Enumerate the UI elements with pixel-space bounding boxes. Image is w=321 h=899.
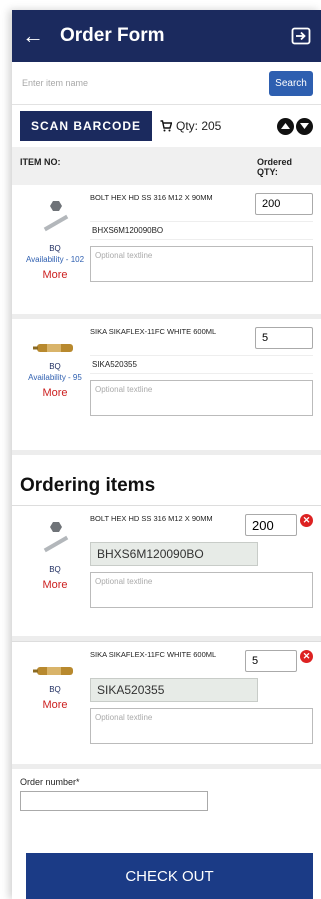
qty-group: ✕ bbox=[245, 514, 313, 536]
item-code-field: SIKA520355 bbox=[90, 678, 258, 702]
availability: Availability - 102 bbox=[25, 255, 85, 264]
description-row: SIKA SIKAFLEX-11FC WHITE 600ML ✕ bbox=[90, 650, 313, 672]
cart-icon bbox=[160, 120, 172, 132]
item-meta: BQ More bbox=[20, 514, 90, 628]
item-description: SIKA SIKAFLEX-11FC WHITE 600ML bbox=[90, 650, 217, 659]
more-link[interactable]: More bbox=[42, 387, 67, 399]
item-meta: BQ Availability - 95 More bbox=[20, 327, 90, 450]
description-row: SIKA SIKAFLEX-11FC WHITE 600ML bbox=[90, 327, 313, 349]
optional-textline-input[interactable] bbox=[90, 246, 313, 282]
item-code-field: BHXS6M120090BO bbox=[90, 542, 258, 566]
item-details: BOLT HEX HD SS 316 M12 X 90MM BHXS6M1200… bbox=[90, 193, 313, 314]
bq-label: BQ bbox=[49, 565, 61, 574]
more-link[interactable]: More bbox=[42, 579, 67, 591]
list-item: BQ Availability - 102 More BOLT HEX HD S… bbox=[12, 185, 321, 319]
order-form-screen: ← Order Form Search SCAN BARCODE Qty: 20… bbox=[12, 10, 321, 899]
item-details: BOLT HEX HD SS 316 M12 X 90MM ✕ BHXS6M12… bbox=[90, 514, 313, 628]
quantity-input[interactable] bbox=[245, 650, 297, 672]
order-number-block: Order number* bbox=[12, 769, 321, 819]
optional-textline-input[interactable] bbox=[90, 380, 313, 416]
chevron-up-icon[interactable] bbox=[277, 117, 294, 135]
search-input[interactable] bbox=[20, 77, 269, 89]
item-code: BHXS6M120090BO bbox=[90, 221, 313, 240]
quantity-input[interactable] bbox=[255, 327, 313, 349]
optional-textline-input[interactable] bbox=[90, 572, 313, 608]
more-link[interactable]: More bbox=[42, 269, 67, 281]
ordered-item: BQ More SIKA SIKAFLEX-11FC WHITE 600ML ✕… bbox=[12, 641, 321, 769]
app-header: ← Order Form bbox=[12, 10, 321, 62]
bq-label: BQ bbox=[49, 244, 61, 253]
item-code: SIKA520355 bbox=[90, 355, 313, 374]
ordered-qty-header: Ordered QTY: bbox=[257, 157, 293, 177]
item-details: SIKA SIKAFLEX-11FC WHITE 600ML ✕ SIKA520… bbox=[90, 650, 313, 756]
scan-barcode-button[interactable]: SCAN BARCODE bbox=[20, 111, 152, 141]
quantity-input[interactable] bbox=[255, 193, 313, 215]
qty-group: ✕ bbox=[245, 650, 313, 672]
order-number-label: Order number* bbox=[20, 777, 80, 787]
bq-label: BQ bbox=[49, 685, 61, 694]
remove-x-icon[interactable]: ✕ bbox=[300, 514, 313, 527]
search-button[interactable]: Search bbox=[269, 70, 313, 96]
item-description: SIKA SIKAFLEX-11FC WHITE 600ML bbox=[90, 327, 217, 336]
item-meta: BQ Availability - 102 More bbox=[20, 193, 90, 314]
bq-label: BQ bbox=[49, 362, 61, 371]
availability: Availability - 95 bbox=[28, 373, 82, 382]
item-meta: BQ More bbox=[20, 650, 90, 756]
column-headers: ITEM NO: Ordered QTY: bbox=[12, 147, 321, 185]
item-details: SIKA SIKAFLEX-11FC WHITE 600ML SIKA52035… bbox=[90, 327, 313, 450]
quantity-input[interactable] bbox=[245, 514, 297, 536]
item-description: BOLT HEX HD SS 316 M12 X 90MM bbox=[90, 193, 213, 202]
search-bar: Search bbox=[12, 62, 321, 105]
item-description: BOLT HEX HD SS 316 M12 X 90MM bbox=[90, 514, 213, 523]
checkout-button[interactable]: CHECK OUT bbox=[26, 853, 313, 899]
sealant-tube-icon bbox=[33, 344, 73, 352]
more-link[interactable]: More bbox=[42, 699, 67, 711]
sealant-tube-icon bbox=[33, 667, 73, 675]
ordering-items-title: Ordering items bbox=[20, 475, 156, 496]
bolt-icon bbox=[43, 201, 69, 232]
logout-icon[interactable] bbox=[291, 27, 311, 45]
item-no-header: ITEM NO: bbox=[20, 157, 61, 167]
ordered-item: BQ More BOLT HEX HD SS 316 M12 X 90MM ✕ … bbox=[12, 505, 321, 641]
back-arrow-icon[interactable]: ← bbox=[22, 23, 60, 49]
description-row: BOLT HEX HD SS 316 M12 X 90MM ✕ bbox=[90, 514, 313, 536]
page-title: Order Form bbox=[60, 25, 165, 46]
optional-textline-input[interactable] bbox=[90, 708, 313, 744]
cart-quantity: Qty: 205 bbox=[176, 119, 222, 133]
bolt-icon bbox=[43, 522, 69, 553]
list-item: BQ Availability - 95 More SIKA SIKAFLEX-… bbox=[12, 319, 321, 455]
description-row: BOLT HEX HD SS 316 M12 X 90MM bbox=[90, 193, 313, 215]
remove-x-icon[interactable]: ✕ bbox=[300, 650, 313, 663]
scan-row: SCAN BARCODE Qty: 205 bbox=[12, 105, 321, 147]
order-number-input[interactable] bbox=[20, 791, 208, 811]
chevron-down-icon[interactable] bbox=[296, 117, 313, 135]
